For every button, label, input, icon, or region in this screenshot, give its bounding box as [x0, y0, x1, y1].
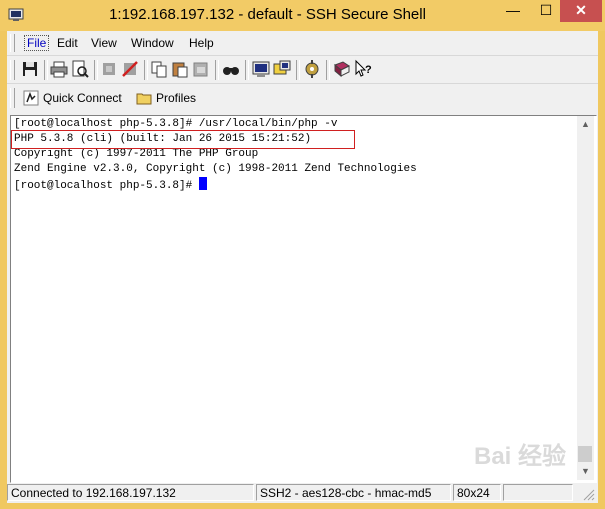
- context-help-icon[interactable]: ?: [353, 59, 373, 79]
- menu-window[interactable]: Window: [131, 36, 174, 50]
- menu-view[interactable]: View: [91, 36, 117, 50]
- toolbar-separator: [245, 60, 249, 80]
- status-terminal-size: 80x24: [453, 484, 501, 501]
- quick-connect-icon: [23, 90, 39, 106]
- new-terminal-icon[interactable]: [251, 59, 271, 79]
- copy-icon[interactable]: [149, 59, 169, 79]
- print-icon[interactable]: [49, 59, 69, 79]
- toolbar-separator: [215, 60, 219, 80]
- scroll-up-arrow[interactable]: ▲: [577, 116, 594, 133]
- toolbar-separator: [296, 60, 300, 80]
- terminal-prompt: [root@localhost php-5.3.8]#: [14, 180, 199, 192]
- status-cipher: SSH2 - aes128-cbc - hmac-md5: [256, 484, 451, 501]
- toolbar-separator: [326, 60, 330, 80]
- vertical-scrollbar[interactable]: ▲ ▼: [577, 116, 594, 480]
- scroll-thumb[interactable]: [578, 446, 592, 462]
- quick-connect-bar: Quick Connect Profiles: [7, 84, 598, 112]
- status-connection: Connected to 192.168.197.132: [7, 484, 254, 501]
- settings-icon[interactable]: [302, 59, 322, 79]
- minimize-button[interactable]: —: [497, 0, 529, 22]
- ssh-app-icon[interactable]: [8, 7, 24, 23]
- version-highlight-box: [11, 130, 355, 149]
- ssh-window: 1:192.168.197.132 - default - SSH Secure…: [0, 0, 605, 509]
- toolbar-separator: [94, 60, 98, 80]
- terminal-output[interactable]: [root@localhost php-5.3.8]# /usr/local/b…: [11, 116, 577, 480]
- text-cursor: [198, 177, 207, 190]
- paste-icon[interactable]: [170, 59, 190, 79]
- terminal-line: Copyright (c) 1997-2011 The PHP Group: [14, 148, 259, 160]
- terminal-frame: [root@localhost php-5.3.8]# /usr/local/b…: [10, 115, 597, 483]
- toolbar-separator: [44, 60, 48, 80]
- maximize-button[interactable]: ☐: [530, 0, 562, 22]
- profiles-label: Profiles: [156, 91, 197, 105]
- main-toolbar: ?: [7, 56, 598, 84]
- disconnect-icon[interactable]: [120, 59, 140, 79]
- paste-disabled-icon[interactable]: [191, 59, 211, 79]
- print-preview-icon[interactable]: [70, 59, 90, 79]
- quick-connect-button[interactable]: Quick Connect: [19, 86, 127, 110]
- status-bar: Connected to 192.168.197.132 SSH2 - aes1…: [7, 483, 598, 503]
- close-button[interactable]: ✕: [560, 0, 602, 22]
- save-icon[interactable]: [20, 59, 40, 79]
- toolbar-separator: [144, 60, 148, 80]
- menu-edit[interactable]: Edit: [57, 36, 78, 50]
- menu-grip[interactable]: [10, 34, 15, 52]
- terminal-prompt-line: [root@localhost php-5.3.8]#: [14, 177, 207, 194]
- client-area: File Edit View Window Help ? Quick Conne…: [7, 31, 598, 503]
- menu-bar: File Edit View Window Help: [7, 31, 598, 56]
- find-icon[interactable]: [221, 59, 241, 79]
- menu-file[interactable]: File: [24, 35, 50, 51]
- toolbar-grip[interactable]: [10, 60, 15, 80]
- quick-connect-label: Quick Connect: [43, 91, 122, 105]
- resize-grip-icon[interactable]: [581, 487, 595, 501]
- quickbar-grip[interactable]: [10, 88, 15, 108]
- help-book-icon[interactable]: [332, 59, 352, 79]
- svg-text:?: ?: [365, 64, 372, 76]
- status-extra: [503, 484, 573, 501]
- terminal-line: Zend Engine v2.3.0, Copyright (c) 1998-2…: [14, 163, 417, 175]
- scroll-down-arrow[interactable]: ▼: [577, 463, 594, 480]
- menu-help[interactable]: Help: [189, 36, 214, 50]
- title-bar[interactable]: 1:192.168.197.132 - default - SSH Secure…: [0, 0, 605, 31]
- new-file-transfer-icon[interactable]: [272, 59, 292, 79]
- profiles-button[interactable]: Profiles: [132, 86, 204, 110]
- connect-icon[interactable]: [99, 59, 119, 79]
- folder-icon: [136, 93, 152, 105]
- window-title: 1:192.168.197.132 - default - SSH Secure…: [109, 6, 426, 23]
